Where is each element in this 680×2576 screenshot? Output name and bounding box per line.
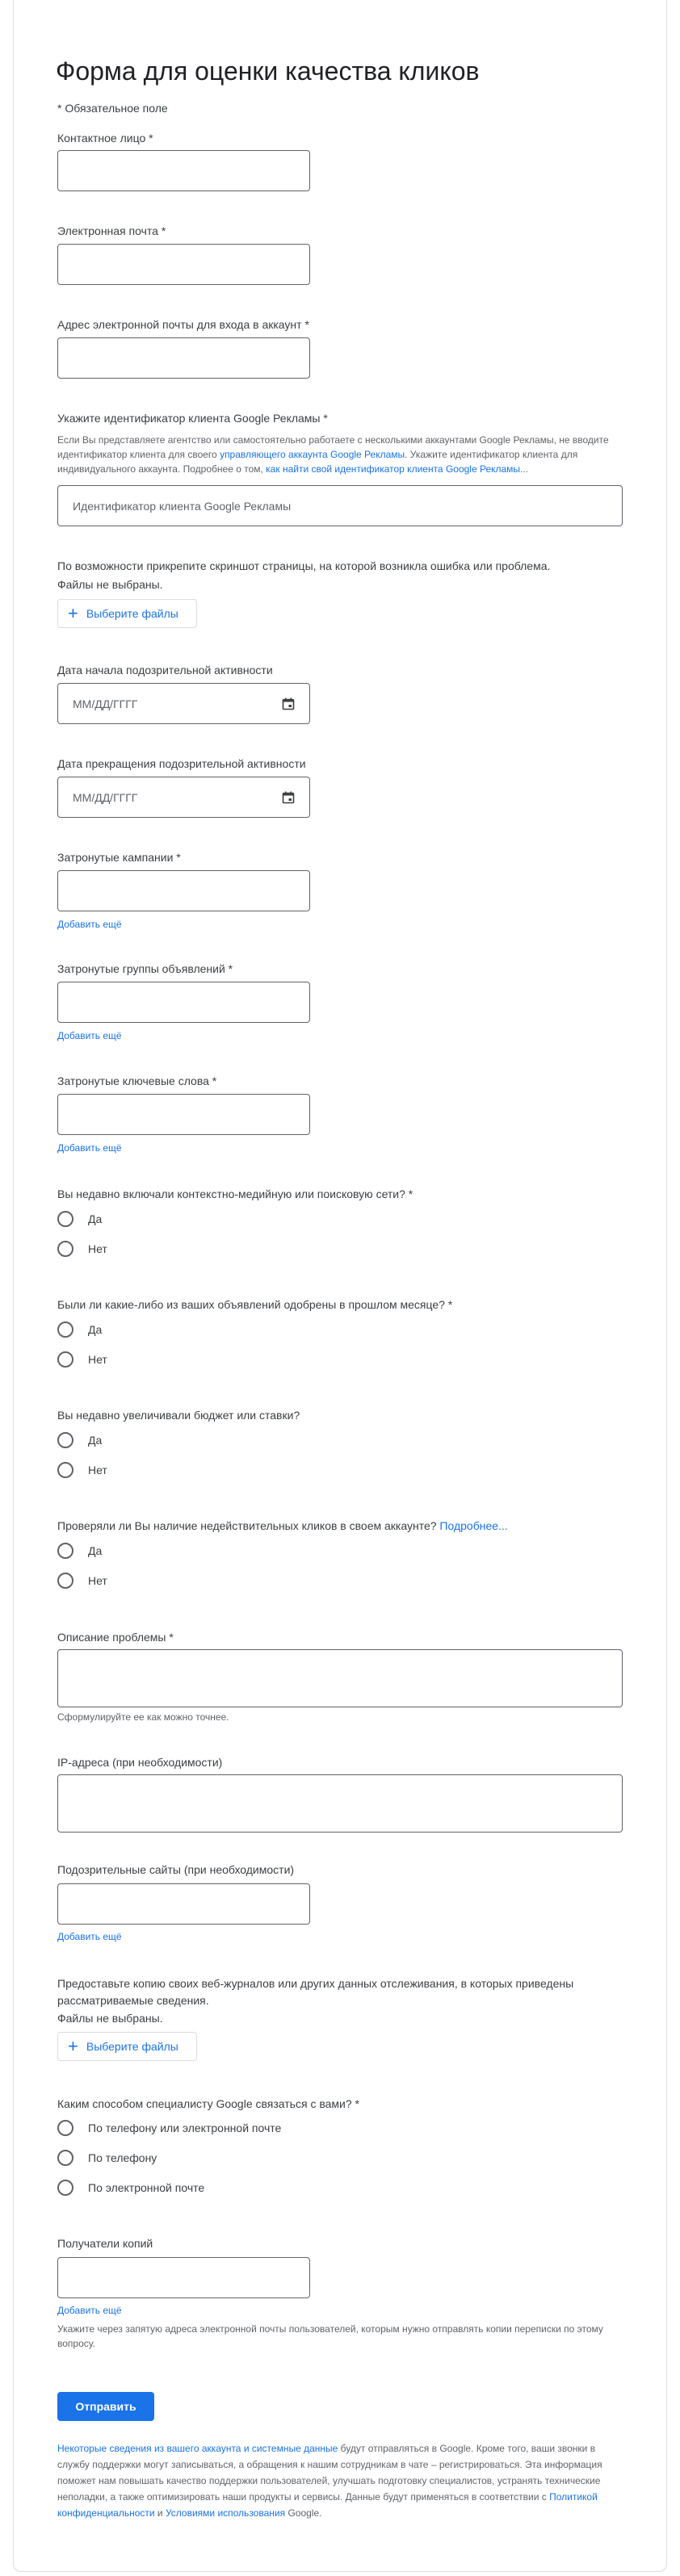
- logs-choose-files-button[interactable]: + Выберите файлы: [57, 2032, 197, 2061]
- login-email-input[interactable]: [57, 337, 310, 379]
- customer-id-placeholder: Идентификатор клиента Google Рекламы: [73, 499, 292, 513]
- plus-icon: +: [68, 603, 78, 623]
- radio-circle[interactable]: [57, 1351, 73, 1368]
- account-data-link[interactable]: Некоторые сведения из вашего аккаунта и …: [57, 2443, 338, 2454]
- radio-circle[interactable]: [57, 1241, 73, 1257]
- description-label: Описание проблемы *: [57, 1631, 174, 1644]
- screenshot-label: По возможности прикрепите скриншот стран…: [57, 559, 551, 572]
- campaigns-input[interactable]: [57, 870, 310, 911]
- privacy-footer: Некоторые сведения из вашего аккаунта и …: [57, 2443, 602, 2519]
- customer-id-label: Укажите идентификатор клиента Google Рек…: [57, 412, 328, 425]
- plus-icon: +: [68, 2036, 78, 2056]
- budget-no-radio[interactable]: Нет: [57, 1462, 107, 1478]
- ad-groups-label: Затронутые группы объявлений *: [57, 962, 233, 975]
- cc-add-more-link[interactable]: Добавить ещё: [57, 2305, 122, 2316]
- cc-input[interactable]: [57, 2257, 310, 2298]
- contact-method-phone-radio[interactable]: По телефону: [57, 2150, 157, 2166]
- customer-id-input[interactable]: Идентификатор клиента Google Рекламы: [57, 485, 623, 526]
- radio-circle[interactable]: [57, 2180, 73, 2196]
- budget-question-label: Вы недавно увеличивали бюджет или ставки…: [57, 1409, 300, 1422]
- email-label: Электронная почта *: [57, 224, 166, 237]
- logs-files-status: Файлы не выбраны.: [57, 2012, 163, 2025]
- radio-circle[interactable]: [57, 1432, 73, 1448]
- login-email-label: Адрес электронной почты для входа в акка…: [57, 318, 309, 331]
- invalid-no-radio[interactable]: Нет: [57, 1573, 107, 1589]
- radio-circle[interactable]: [57, 1573, 73, 1589]
- cc-label: Получатели копий: [57, 2237, 153, 2250]
- keywords-add-more-link[interactable]: Добавить ещё: [57, 1142, 122, 1154]
- email-input[interactable]: [57, 244, 310, 285]
- contact-method-label: Каким способом специалисту Google связат…: [57, 2097, 359, 2110]
- screenshot-choose-files-button[interactable]: + Выберите файлы: [57, 599, 197, 628]
- sites-add-more-link[interactable]: Добавить ещё: [57, 1931, 122, 1942]
- start-date-label: Дата начала подозрительной активности: [57, 664, 273, 676]
- ip-label: IP-адреса (при необходимости): [57, 1756, 223, 1769]
- budget-yes-radio[interactable]: Да: [57, 1432, 102, 1448]
- page-title: Форма для оценки качества кликов: [56, 57, 480, 86]
- end-date-label: Дата прекращения подозрительной активнос…: [57, 757, 306, 770]
- manager-account-link[interactable]: управляющего аккаунта Google Рекламы: [220, 449, 405, 460]
- calendar-icon[interactable]: [282, 697, 295, 710]
- ad-groups-add-more-link[interactable]: Добавить ещё: [57, 1030, 122, 1041]
- contact-method-phone-or-email-radio[interactable]: По телефону или электронной почте: [57, 2120, 281, 2136]
- radio-circle[interactable]: [57, 1543, 73, 1559]
- ip-textarea[interactable]: [57, 1774, 623, 1833]
- radio-circle[interactable]: [57, 1322, 73, 1338]
- screenshot-files-status: Файлы не выбраны.: [57, 578, 163, 591]
- contact-label: Контактное лицо *: [57, 132, 153, 145]
- sites-input[interactable]: [57, 1883, 310, 1925]
- keywords-input[interactable]: [57, 1094, 310, 1135]
- submit-button[interactable]: Отправить: [57, 2392, 154, 2421]
- campaigns-label: Затронутые кампании *: [57, 851, 181, 864]
- approved-yes-radio[interactable]: Да: [57, 1322, 102, 1338]
- required-note: * Обязательное поле: [57, 102, 168, 115]
- contact-input[interactable]: [57, 150, 310, 191]
- network-no-radio[interactable]: Нет: [57, 1241, 107, 1257]
- invalid-clicks-question-label: Проверяли ли Вы наличие недействительных…: [57, 1519, 508, 1532]
- approved-question-label: Были ли какие-либо из ваших объявлений о…: [57, 1298, 453, 1311]
- learn-more-link[interactable]: Подробнее...: [439, 1519, 507, 1532]
- logs-label: Предоставьте копию своих веб-журналов ил…: [57, 1977, 574, 2007]
- keywords-label: Затронутые ключевые слова *: [57, 1074, 217, 1087]
- find-customer-id-link[interactable]: как найти свой идентификатор клиента Goo…: [266, 463, 520, 475]
- end-date-input[interactable]: ММ/ДД/ГГГГ: [57, 777, 310, 818]
- campaigns-add-more-link[interactable]: Добавить ещё: [57, 919, 122, 930]
- radio-circle[interactable]: [57, 2150, 73, 2166]
- calendar-icon[interactable]: [282, 791, 295, 804]
- start-date-input[interactable]: ММ/ДД/ГГГГ: [57, 683, 310, 724]
- network-yes-radio[interactable]: Да: [57, 1211, 102, 1227]
- customer-id-help: Если Вы представляете агентство или само…: [57, 434, 609, 475]
- approved-no-radio[interactable]: Нет: [57, 1351, 107, 1368]
- cc-help: Укажите через запятую адреса электронной…: [57, 2323, 603, 2349]
- sites-label: Подозрительные сайты (при необходимости): [57, 1863, 295, 1876]
- radio-circle[interactable]: [57, 2120, 73, 2136]
- invalid-yes-radio[interactable]: Да: [57, 1543, 102, 1559]
- description-textarea[interactable]: [57, 1649, 623, 1707]
- contact-method-email-radio[interactable]: По электронной почте: [57, 2180, 204, 2196]
- radio-circle[interactable]: [57, 1462, 73, 1478]
- radio-circle[interactable]: [57, 1211, 73, 1227]
- ad-groups-input[interactable]: [57, 982, 310, 1023]
- terms-of-service-link[interactable]: Условиями использования: [166, 2507, 285, 2519]
- description-help: Сформулируйте ее как можно точнее.: [57, 1711, 229, 1723]
- network-question-label: Вы недавно включали контекстно-медийную …: [57, 1187, 413, 1200]
